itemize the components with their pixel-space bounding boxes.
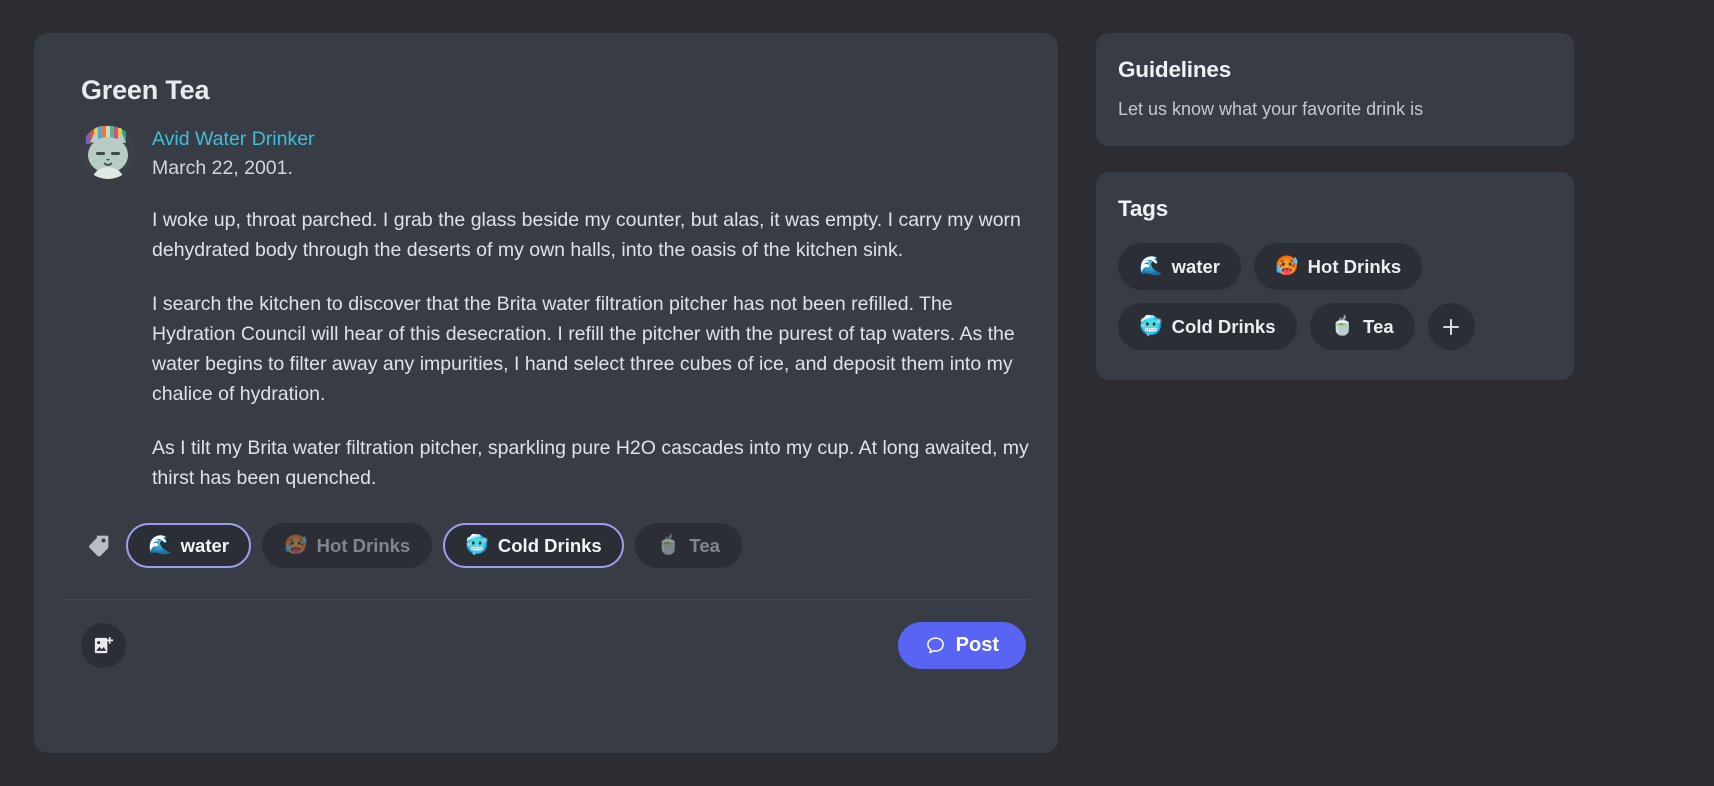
avatar[interactable] (81, 125, 135, 179)
page-title: Green Tea (81, 75, 210, 105)
post-chip-label: Tea (689, 534, 720, 556)
tag-pill-hot-drinks[interactable]: 🥵 Hot Drinks (1254, 243, 1423, 290)
teacup-icon: 🍵 (656, 535, 681, 557)
post-footer: Post (62, 600, 1030, 670)
wave-icon: 🌊 (148, 535, 172, 557)
post-chip-cold-drinks[interactable]: 🥶 Cold Drinks (443, 523, 624, 569)
add-image-icon (94, 637, 114, 654)
post-paragraph: As I tilt my Brita water filtration pitc… (152, 437, 1029, 490)
cold-face-icon: 🥶 (465, 535, 489, 557)
post-chip-label: Cold Drinks (497, 534, 602, 556)
post-chip-label: Hot Drinks (316, 534, 411, 556)
author-name[interactable]: Avid Water Drinker (152, 127, 315, 152)
author-meta: Avid Water Drinker March 22, 2001. (152, 125, 315, 181)
tags-card: Tags 🌊 water 🥵 Hot Drinks 🥶 Cold Drinks … (1096, 172, 1574, 380)
post-paragraph: I search the kitchen to discover that th… (152, 292, 1015, 405)
tag-cloud: 🌊 water 🥵 Hot Drinks 🥶 Cold Drinks 🍵 Tea (1118, 243, 1552, 350)
cold-face-icon: 🥶 (1139, 316, 1163, 337)
hot-face-icon: 🥵 (284, 535, 308, 557)
post-chip-tea[interactable]: 🍵 Tea (634, 523, 742, 569)
hot-face-icon: 🥵 (1275, 256, 1299, 277)
sidebar: Guidelines Let us know what your favorit… (1096, 33, 1574, 786)
tag-icon (81, 529, 115, 563)
post-tag-chip-row: 🌊 water 🥵 Hot Drinks 🥶 Cold Drinks 🍵 Tea (81, 523, 1030, 569)
post-body: I woke up, throat parched. I grab the gl… (152, 205, 1030, 493)
tag-pill-label: Tea (1363, 315, 1394, 337)
add-tag-button[interactable] (1427, 303, 1475, 350)
post-card: Green Tea Avid Water Drinker March 22, 2… (34, 33, 1058, 753)
plus-icon (1443, 318, 1460, 335)
tag-pill-water[interactable]: 🌊 water (1118, 243, 1241, 290)
add-image-button[interactable] (81, 623, 126, 669)
app-root: Green Tea Avid Water Drinker March 22, 2… (0, 0, 1714, 786)
post-chip-water[interactable]: 🌊 water (126, 523, 251, 569)
speech-bubble-icon (926, 637, 944, 654)
guidelines-title: Guidelines (1118, 57, 1232, 82)
post-paragraph: I woke up, throat parched. I grab the gl… (152, 208, 1021, 261)
tag-pill-label: Hot Drinks (1307, 255, 1402, 277)
guidelines-description: Let us know what your favorite drink is (1118, 99, 1424, 119)
post-chip-label: water (180, 534, 229, 556)
post-date: March 22, 2001. (152, 156, 293, 179)
teacup-icon: 🍵 (1330, 316, 1355, 337)
wave-icon: 🌊 (1139, 256, 1163, 277)
author-row: Avid Water Drinker March 22, 2001. (81, 125, 1030, 181)
tag-pill-label: water (1171, 255, 1220, 277)
post-button[interactable]: Post (897, 622, 1026, 670)
tag-pill-tea[interactable]: 🍵 Tea (1309, 303, 1415, 350)
tag-pill-cold-drinks[interactable]: 🥶 Cold Drinks (1118, 303, 1297, 350)
guidelines-card: Guidelines Let us know what your favorit… (1096, 33, 1574, 146)
post-chip-hot-drinks[interactable]: 🥵 Hot Drinks (262, 523, 433, 569)
tag-pill-label: Cold Drinks (1171, 315, 1276, 337)
tags-title: Tags (1118, 196, 1169, 221)
avatar-image (81, 125, 135, 179)
post-button-label: Post (955, 634, 999, 657)
